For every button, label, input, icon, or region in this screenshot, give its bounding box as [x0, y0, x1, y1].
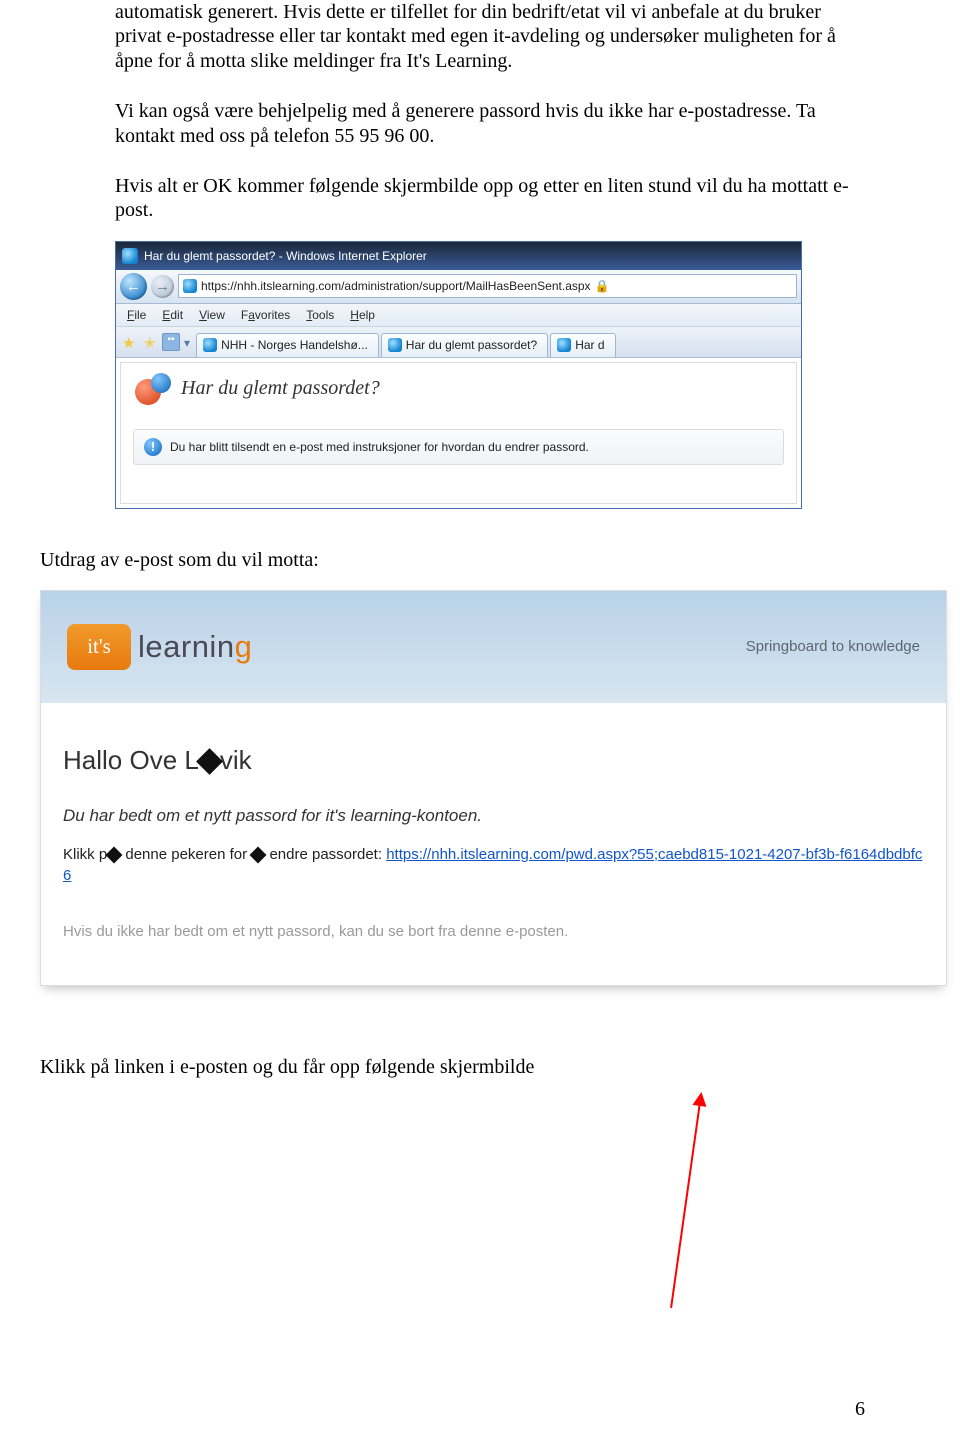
info-banner: ! Du har blitt tilsendt en e-post med in… — [133, 429, 784, 465]
logo-tagline: Springboard to knowledge — [746, 638, 920, 655]
annotation-arrow — [670, 1095, 702, 1308]
favorites-star-icon[interactable]: ★ — [122, 334, 135, 352]
paragraph-1: automatisk generert. Hvis dette er tilfe… — [115, 0, 865, 73]
tab-extra[interactable]: Har d — [550, 333, 615, 357]
tab-icon — [203, 338, 217, 352]
tab-icon — [557, 338, 571, 352]
ie-logo-icon — [122, 248, 138, 264]
ie-titlebar: Har du glemt passordet? - Windows Intern… — [116, 242, 801, 270]
ie-navbar: ← → https://nhh.itslearning.com/administ… — [116, 270, 801, 304]
tab-label: NHH - Norges Handelshø... — [221, 338, 368, 352]
encoding-glyph-icon — [196, 748, 223, 775]
info-icon: ! — [144, 438, 162, 456]
email-caption: Utdrag av e-post som du vil motta: — [40, 549, 865, 572]
tab-label: Har du glemt passordet? — [406, 338, 537, 352]
tab-label: Har d — [575, 338, 604, 352]
tab-password[interactable]: Har du glemt passordet? — [381, 333, 548, 357]
paragraph-3: Hvis alt er OK kommer følgende skjermbil… — [115, 174, 865, 223]
ie-window-title: Har du glemt passordet? - Windows Intern… — [144, 249, 427, 263]
ie-tabstrip: ★ ✭ ▪▪ ▾ NHH - Norges Handelshø... Har d… — [116, 327, 801, 358]
back-button[interactable]: ← — [120, 273, 147, 300]
address-bar[interactable]: https://nhh.itslearning.com/administrati… — [178, 274, 797, 298]
logo-mark: it's — [67, 624, 131, 670]
add-favorite-icon[interactable]: ✭ — [143, 334, 156, 352]
keys-icon — [135, 373, 171, 405]
lock-icon: 🔒 — [595, 279, 610, 293]
forward-button[interactable]: → — [151, 275, 174, 298]
menu-tools[interactable]: Tools — [299, 308, 341, 322]
logo-wordmark: learning — [138, 629, 252, 665]
paragraph-2: Vi kan også være behjelpelig med å gener… — [115, 99, 865, 148]
email-link-line: Klikk p denne pekeren for endre passorde… — [63, 844, 924, 888]
ie-page-content: Har du glemt passordet? ! Du har blitt t… — [116, 358, 801, 508]
ie-menubar: File Edit View Favorites Tools Help — [116, 304, 801, 327]
itslearning-logo: it's learning — [67, 624, 252, 670]
menu-edit[interactable]: Edit — [155, 308, 190, 322]
menu-view[interactable]: View — [192, 308, 232, 322]
info-text: Du har blitt tilsendt en e-post med inst… — [170, 440, 589, 454]
page-heading: Har du glemt passordet? — [181, 377, 380, 400]
menu-help[interactable]: Help — [343, 308, 382, 322]
ie-screenshot: Har du glemt passordet? - Windows Intern… — [115, 241, 802, 509]
menu-favorites[interactable]: Favorites — [234, 308, 297, 322]
email-banner: it's learning Springboard to knowledge — [41, 591, 946, 703]
site-icon — [183, 279, 197, 293]
email-greeting: Hallo Ove Lvik — [63, 745, 924, 776]
menu-file[interactable]: File — [120, 308, 153, 322]
email-request-line: Du har bedt om et nytt passord for it's … — [63, 806, 924, 826]
tab-nhh[interactable]: NHH - Norges Handelshø... — [196, 333, 379, 357]
final-instruction: Klikk på linken i e-posten og du får opp… — [40, 1056, 865, 1079]
address-url: https://nhh.itslearning.com/administrati… — [201, 279, 591, 293]
tab-dropdown-icon[interactable]: ▾ — [184, 336, 190, 350]
feeds-icon[interactable]: ▪▪ — [162, 333, 180, 351]
email-screenshot: it's learning Springboard to knowledge H… — [40, 590, 947, 987]
page-number: 6 — [855, 1398, 865, 1421]
email-ignore-line: Hvis du ikke har bedt om et nytt passord… — [63, 923, 924, 940]
tab-icon — [388, 338, 402, 352]
